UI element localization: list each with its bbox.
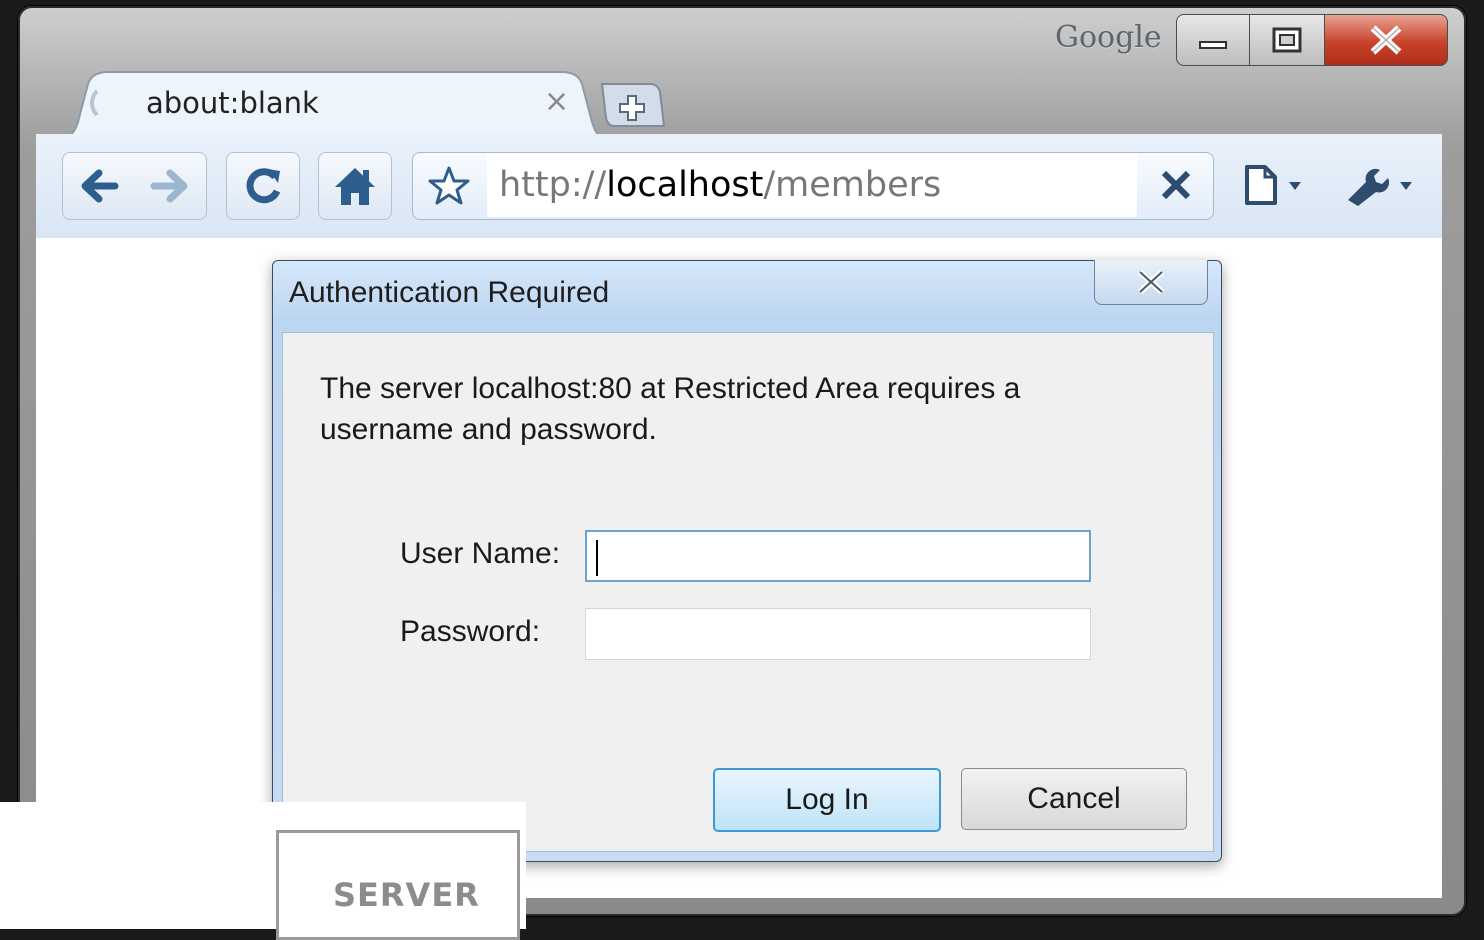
home-button[interactable]	[318, 152, 392, 220]
password-input[interactable]	[585, 608, 1091, 660]
tab-close-button[interactable]: ×	[544, 84, 569, 119]
url-host: localhost	[606, 165, 764, 205]
maximize-button[interactable]	[1249, 14, 1325, 66]
dialog-message-line2: username and password.	[320, 413, 657, 446]
username-input[interactable]	[585, 530, 1091, 582]
home-icon	[335, 168, 375, 205]
reload-button[interactable]	[226, 152, 300, 220]
text-caret	[596, 540, 598, 576]
close-icon	[1370, 25, 1402, 55]
login-button[interactable]: Log In	[713, 768, 941, 832]
maximize-icon	[1272, 27, 1302, 53]
stop-button[interactable]	[1140, 152, 1212, 218]
password-label: Password:	[400, 615, 541, 648]
new-tab-icon	[600, 83, 666, 127]
page-menu-icon	[1245, 165, 1301, 205]
back-arrow-icon	[81, 169, 119, 203]
new-tab-button[interactable]	[600, 82, 666, 130]
username-label: User Name:	[400, 537, 561, 570]
url-path: /members	[763, 165, 942, 205]
loading-spinner-icon	[90, 84, 128, 122]
reload-icon	[246, 168, 281, 204]
stop-icon	[1161, 170, 1191, 200]
forward-arrow-icon	[150, 169, 188, 203]
page-menu-button[interactable]	[1232, 152, 1316, 218]
dialog-close-button[interactable]	[1094, 260, 1208, 305]
browser-tab[interactable]	[52, 70, 612, 142]
forward-button[interactable]	[134, 152, 207, 220]
bookmark-star-button[interactable]	[412, 152, 486, 218]
back-button[interactable]	[62, 152, 136, 220]
dialog-message: The server localhost:80 at Restricted Ar…	[320, 368, 1080, 450]
address-bar-input[interactable]: http://localhost/members	[487, 153, 1137, 217]
dialog-close-icon	[1137, 269, 1165, 295]
wrench-menu-button[interactable]	[1336, 152, 1426, 218]
window-close-button[interactable]	[1324, 14, 1448, 66]
wrench-icon	[1348, 168, 1412, 206]
minimize-icon	[1199, 41, 1227, 49]
dialog-title: Authentication Required	[289, 276, 610, 309]
minimize-button[interactable]	[1176, 14, 1250, 66]
brand-label: Google	[1055, 20, 1162, 55]
url-scheme: http://	[499, 165, 607, 205]
dialog-message-line1: The server localhost:80 at Restricted Ar…	[320, 372, 1021, 405]
server-label: SERVER	[333, 876, 480, 914]
tab-title: about:blank	[146, 86, 319, 120]
tab-shape	[52, 71, 612, 142]
cancel-button[interactable]: Cancel	[961, 768, 1187, 830]
star-icon	[428, 166, 470, 205]
